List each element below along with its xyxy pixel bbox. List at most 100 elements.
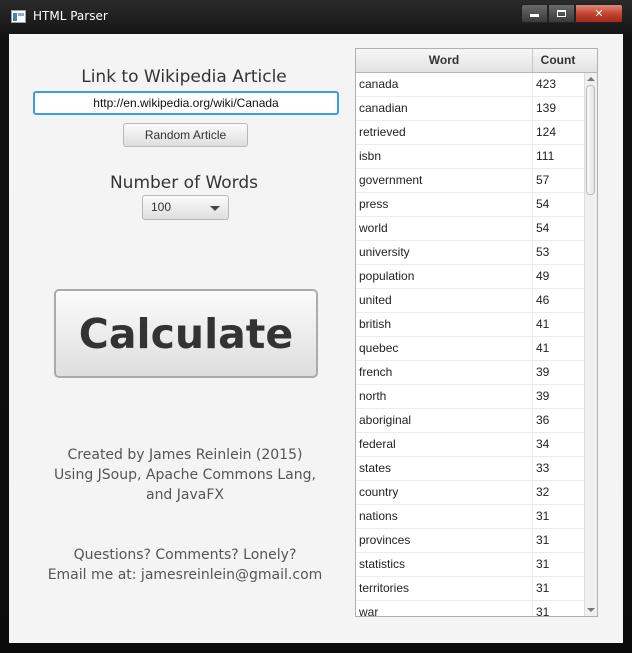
client-area: Link to Wikipedia Article Random Article…	[9, 34, 623, 643]
word-cell: press	[359, 197, 389, 211]
maximize-button[interactable]	[548, 4, 575, 23]
count-cell: 39	[532, 361, 584, 384]
credits-text: Created by James Reinlein (2015) Using J…	[9, 445, 361, 505]
count-cell: 124	[532, 121, 584, 144]
word-cell: retrieved	[359, 125, 406, 139]
table-row[interactable]: country 32	[356, 481, 584, 505]
contact-text: Questions? Comments? Lonely? Email me at…	[9, 545, 361, 585]
word-cell: north	[359, 389, 387, 403]
word-cell: university	[359, 245, 410, 259]
word-cell: british	[359, 317, 392, 331]
word-cell: country	[359, 485, 399, 499]
count-cell: 41	[532, 313, 584, 336]
table-row[interactable]: territories 31	[356, 577, 584, 601]
table-row[interactable]: british 41	[356, 313, 584, 337]
app-window: HTML Parser ✕ Link to Wikipedia Article …	[0, 0, 632, 653]
word-cell: world	[359, 221, 388, 235]
table-row[interactable]: canadian 139	[356, 97, 584, 121]
table-row[interactable]: federal 34	[356, 433, 584, 457]
count-cell: 423	[532, 73, 584, 96]
calculate-button[interactable]: Calculate	[54, 289, 318, 378]
minimize-button[interactable]	[521, 4, 548, 23]
close-button[interactable]: ✕	[575, 4, 623, 23]
number-of-words-dropdown[interactable]: 100	[142, 195, 229, 220]
title-bar[interactable]: HTML Parser ✕	[0, 0, 632, 34]
word-cell: territories	[359, 581, 410, 595]
table-row[interactable]: population 49	[356, 265, 584, 289]
word-cell: statistics	[359, 557, 406, 571]
table-row[interactable]: war 31	[356, 601, 584, 617]
table-row[interactable]: aboriginal 36	[356, 409, 584, 433]
word-cell: aboriginal	[359, 413, 412, 427]
table-row[interactable]: university 53	[356, 241, 584, 265]
table-row[interactable]: canada 423	[356, 73, 584, 97]
scroll-down-icon[interactable]	[587, 608, 595, 612]
window-title: HTML Parser	[33, 9, 108, 23]
minimize-icon	[530, 14, 539, 17]
maximize-icon	[557, 10, 566, 17]
table-row[interactable]: french 39	[356, 361, 584, 385]
close-icon: ✕	[594, 7, 604, 20]
word-cell: french	[359, 365, 393, 379]
count-cell: 53	[532, 241, 584, 264]
count-cell: 31	[532, 577, 584, 600]
table-row[interactable]: north 39	[356, 385, 584, 409]
word-cell: states	[359, 461, 392, 475]
random-article-button[interactable]: Random Article	[123, 123, 248, 147]
table-row[interactable]: provinces 31	[356, 529, 584, 553]
word-cell: war	[359, 605, 379, 617]
word-cell: canadian	[359, 101, 408, 115]
dropdown-value: 100	[151, 200, 172, 214]
table-row[interactable]: government 57	[356, 169, 584, 193]
scrollbar-thumb[interactable]	[586, 85, 595, 195]
word-count-table[interactable]: Word Count canada 423 canadian 139 retrieved…	[355, 48, 598, 617]
count-cell: 54	[532, 217, 584, 240]
count-cell: 57	[532, 169, 584, 192]
word-cell: provinces	[359, 533, 411, 547]
table-row[interactable]: nations 31	[356, 505, 584, 529]
table-row[interactable]: quebec 41	[356, 337, 584, 361]
contact-line: Questions? Comments? Lonely?	[73, 547, 297, 563]
count-cell: 33	[532, 457, 584, 480]
word-cell: nations	[359, 509, 398, 523]
count-cell: 34	[532, 433, 584, 456]
vertical-scrollbar[interactable]	[584, 73, 597, 616]
column-header-word[interactable]: Word	[356, 49, 533, 72]
table-row[interactable]: press 54	[356, 193, 584, 217]
word-cell: united	[359, 293, 392, 307]
count-cell: 111	[532, 145, 584, 168]
count-cell: 36	[532, 409, 584, 432]
count-cell: 31	[532, 529, 584, 552]
word-cell: federal	[359, 437, 396, 451]
scroll-up-icon[interactable]	[587, 77, 595, 81]
count-cell: 32	[532, 481, 584, 504]
count-cell: 41	[532, 337, 584, 360]
credits-line: Created by James Reinlein (2015)	[67, 447, 303, 463]
chevron-down-icon	[210, 206, 220, 211]
url-input[interactable]	[33, 91, 339, 115]
contact-line: Email me at: jamesreinlein@gmail.com	[47, 567, 323, 583]
word-cell: population	[359, 269, 415, 283]
table-row[interactable]: retrieved 124	[356, 121, 584, 145]
number-of-words-label: Number of Words	[109, 173, 259, 193]
table-row[interactable]: statistics 31	[356, 553, 584, 577]
word-cell: isbn	[359, 149, 382, 163]
table-header: Word Count	[356, 49, 597, 73]
count-cell: 54	[532, 193, 584, 216]
word-cell: quebec	[359, 341, 399, 355]
table-row[interactable]: united 46	[356, 289, 584, 313]
credits-line: and JavaFX	[145, 487, 224, 503]
count-cell: 31	[532, 601, 584, 616]
table-row[interactable]: world 54	[356, 217, 584, 241]
credits-line: Using JSoup, Apache Commons Lang,	[54, 467, 316, 483]
count-cell: 49	[532, 265, 584, 288]
table-row[interactable]: states 33	[356, 457, 584, 481]
table-row[interactable]: isbn 111	[356, 145, 584, 169]
count-cell: 46	[532, 289, 584, 312]
count-cell: 31	[532, 553, 584, 576]
column-header-count[interactable]: Count	[532, 49, 584, 72]
table-body: canada 423 canadian 139 retrieved 124 isbn 111 g…	[356, 73, 584, 617]
count-cell: 39	[532, 385, 584, 408]
count-cell: 139	[532, 97, 584, 120]
word-cell: government	[359, 173, 423, 187]
